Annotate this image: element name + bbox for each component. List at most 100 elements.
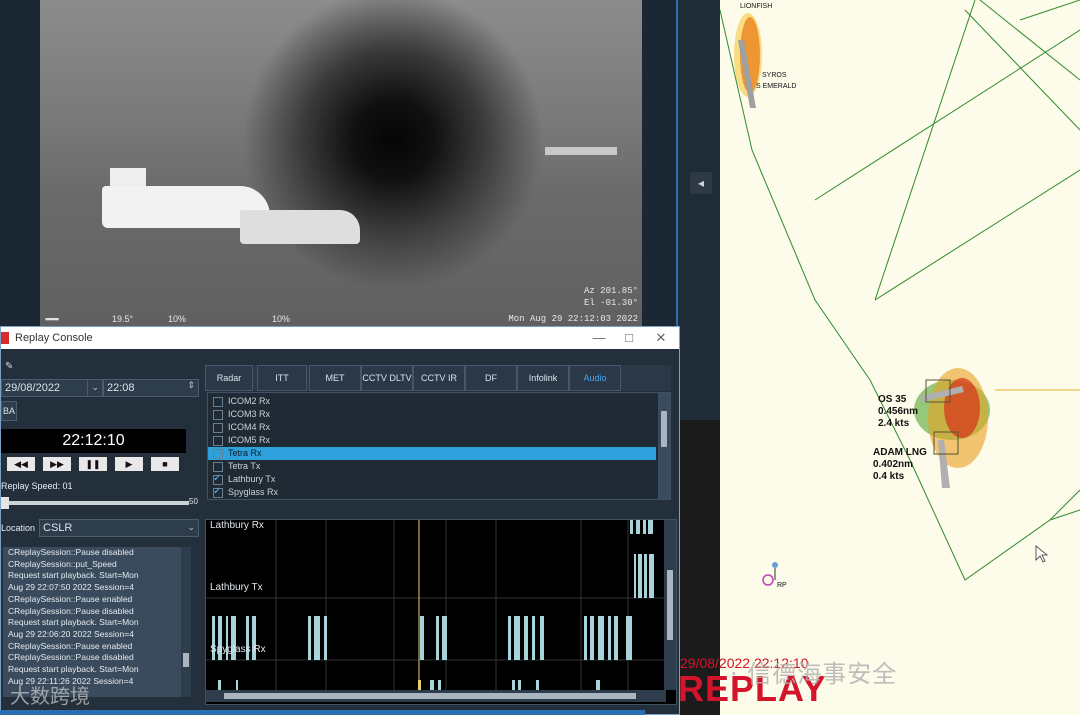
radar-echo-2 bbox=[914, 368, 1080, 488]
camera-expand-button[interactable]: ◂ bbox=[690, 172, 712, 194]
map-chart bbox=[720, 0, 1080, 586]
footer-logo: 大数跨境 bbox=[10, 684, 90, 708]
close-button[interactable]: ✕ bbox=[647, 329, 675, 347]
timeline-horizontal-thumb[interactable] bbox=[224, 693, 636, 699]
radar-map-panel[interactable]: LIONFISH SYROS S EMERALD RP OS 35 0.456n… bbox=[720, 0, 1080, 715]
channel-label: ICOM2 Rx bbox=[228, 396, 271, 406]
target-label-os35[interactable]: OS 35 0.456nm 2.4 kts bbox=[878, 394, 918, 430]
pin-icon[interactable]: ✎ bbox=[5, 361, 13, 372]
checkbox[interactable] bbox=[213, 449, 223, 459]
map-label-syros: SYROS bbox=[762, 72, 787, 79]
cargo-ship-image bbox=[240, 210, 360, 244]
target-label-adam-lng[interactable]: ADAM LNG 0.402nm 0.4 kts bbox=[873, 447, 927, 483]
checkbox[interactable] bbox=[213, 485, 223, 498]
tab-met[interactable]: MET bbox=[309, 365, 361, 391]
ba-button[interactable]: BA bbox=[1, 401, 17, 421]
taskbar-strip bbox=[0, 710, 645, 715]
rp-marker[interactable] bbox=[762, 562, 778, 586]
camera-frame-left bbox=[0, 0, 40, 330]
log-line: Request start playback. Start=Mon bbox=[8, 570, 139, 581]
watermark-text: · 信德海事安全 bbox=[730, 660, 898, 688]
window-title: Replay Console bbox=[15, 332, 93, 344]
checkbox[interactable] bbox=[213, 436, 223, 446]
camera-azimuth: Az 201.85° bbox=[583, 286, 638, 296]
channel-label: ICOM5 Rx bbox=[228, 435, 271, 445]
session-log[interactable]: CReplaySession::Pause disabled CReplaySe… bbox=[3, 547, 191, 697]
pause-button[interactable]: ❚❚ bbox=[79, 457, 107, 471]
log-line: CReplaySession::Pause enabled bbox=[8, 640, 133, 651]
checkbox[interactable] bbox=[213, 423, 223, 433]
track-label-lathbury-tx: Lathbury Tx bbox=[210, 582, 263, 593]
window-titlebar[interactable]: Replay Console — □ ✕ bbox=[1, 327, 679, 349]
channel-tetra-rx[interactable]: Tetra Rx bbox=[208, 447, 656, 460]
checkbox[interactable] bbox=[213, 397, 223, 407]
target-name: OS 35 bbox=[878, 394, 907, 405]
log-line: CReplaySession::Pause enabled bbox=[8, 593, 133, 604]
camera-elevation: El -01.30° bbox=[583, 298, 638, 308]
thermal-camera-view[interactable] bbox=[40, 0, 642, 328]
checkbox[interactable] bbox=[213, 410, 223, 420]
timeline-grid bbox=[206, 520, 664, 690]
channel-icom5-rx[interactable]: ICOM5 Rx bbox=[208, 434, 656, 447]
stop-button[interactable]: ■ bbox=[151, 457, 179, 471]
channel-label: ICOM3 Rx bbox=[228, 409, 271, 419]
track-label-lathbury-rx: Lathbury Rx bbox=[210, 520, 264, 531]
tab-cctv-dltv[interactable]: CCTV DLTV bbox=[361, 365, 413, 391]
target-range: 0.456nm bbox=[878, 406, 919, 417]
map-label-rp: RP bbox=[777, 582, 787, 589]
radar-echo-1 bbox=[734, 13, 762, 108]
timeline-vertical-scrollbar[interactable] bbox=[664, 520, 676, 690]
fast-forward-button[interactable]: ▶▶ bbox=[43, 457, 71, 471]
checkbox[interactable] bbox=[213, 462, 223, 472]
maximize-button[interactable]: □ bbox=[615, 329, 643, 347]
timeline-horizontal-scrollbar[interactable] bbox=[206, 690, 666, 702]
track-label-spyglass-rx: Spyglass Rx bbox=[210, 644, 266, 655]
target-name: ADAM LNG bbox=[873, 447, 927, 458]
chevron-down-icon: ⌄ bbox=[91, 382, 99, 392]
tab-df[interactable]: DF bbox=[465, 365, 517, 391]
audio-channel-list: ICOM2 Rx ICOM3 Rx ICOM4 Rx ICOM5 Rx Tetr… bbox=[207, 392, 671, 500]
replay-console-window: Replay Console — □ ✕ ✎ 29/08/2022 ⌄ 22:0… bbox=[0, 326, 680, 715]
tab-itt[interactable]: ITT bbox=[257, 365, 307, 391]
date-dropdown-button[interactable]: ⌄ bbox=[87, 379, 103, 397]
log-scrollbar[interactable] bbox=[181, 547, 191, 697]
replay-speed-slider[interactable] bbox=[5, 501, 189, 505]
target-range: 0.402nm bbox=[873, 459, 914, 470]
log-line: CReplaySession::Pause disabled bbox=[8, 547, 134, 557]
camera-zoom: 10% bbox=[168, 314, 187, 324]
replay-speed-slider-thumb[interactable] bbox=[1, 497, 9, 509]
location-select[interactable]: CSLR ⌄ bbox=[39, 519, 199, 537]
tab-radar[interactable]: Radar bbox=[205, 365, 253, 391]
channel-label: ICOM4 Rx bbox=[228, 422, 271, 432]
channel-scrollbar-thumb[interactable] bbox=[661, 411, 667, 447]
channel-icom3-rx[interactable]: ICOM3 Rx bbox=[208, 408, 656, 421]
target-speed: 0.4 kts bbox=[873, 471, 905, 482]
audio-timeline[interactable]: Lathbury Rx Lathbury Tx Spyglass Rx bbox=[205, 519, 677, 705]
channel-label: Spyglass Rx bbox=[228, 487, 279, 497]
tab-audio[interactable]: Audio bbox=[569, 365, 621, 391]
channel-spyglass-rx[interactable]: Spyglass Rx bbox=[208, 485, 656, 499]
channel-icom4-rx[interactable]: ICOM4 Rx bbox=[208, 421, 656, 434]
location-value: CSLR bbox=[43, 522, 73, 534]
time-field[interactable]: 22:08 ⇕ bbox=[103, 379, 199, 397]
tab-cctv-ir[interactable]: CCTV IR bbox=[413, 365, 465, 391]
chevron-down-icon: ⌄ bbox=[187, 522, 195, 532]
location-label: Location bbox=[1, 523, 36, 533]
channel-icom2-rx[interactable]: ICOM2 Rx bbox=[208, 395, 656, 408]
minimize-button[interactable]: — bbox=[585, 329, 613, 347]
rewind-button[interactable]: ◀◀ bbox=[7, 457, 35, 471]
play-button[interactable]: ▶ bbox=[115, 457, 143, 471]
slider-max-label: 50 bbox=[189, 497, 198, 506]
log-line: Aug 29 22:06:20 2022 Session=4 bbox=[8, 628, 134, 639]
log-line: CReplaySession::Pause disabled bbox=[8, 652, 134, 663]
mouse-cursor-icon bbox=[1035, 545, 1049, 563]
spin-arrows-icon: ⇕ bbox=[187, 380, 195, 390]
tab-infolink[interactable]: Infolink bbox=[517, 365, 569, 391]
checkbox[interactable] bbox=[213, 472, 223, 485]
channel-scrollbar[interactable] bbox=[658, 393, 670, 499]
date-field[interactable]: 29/08/2022 bbox=[1, 379, 101, 397]
timeline-vertical-thumb[interactable] bbox=[667, 570, 673, 640]
channel-lathbury-tx[interactable]: Lathbury Tx bbox=[208, 472, 656, 486]
channel-tetra-tx[interactable]: Tetra Tx bbox=[208, 460, 656, 473]
log-scrollbar-thumb[interactable] bbox=[183, 653, 189, 667]
